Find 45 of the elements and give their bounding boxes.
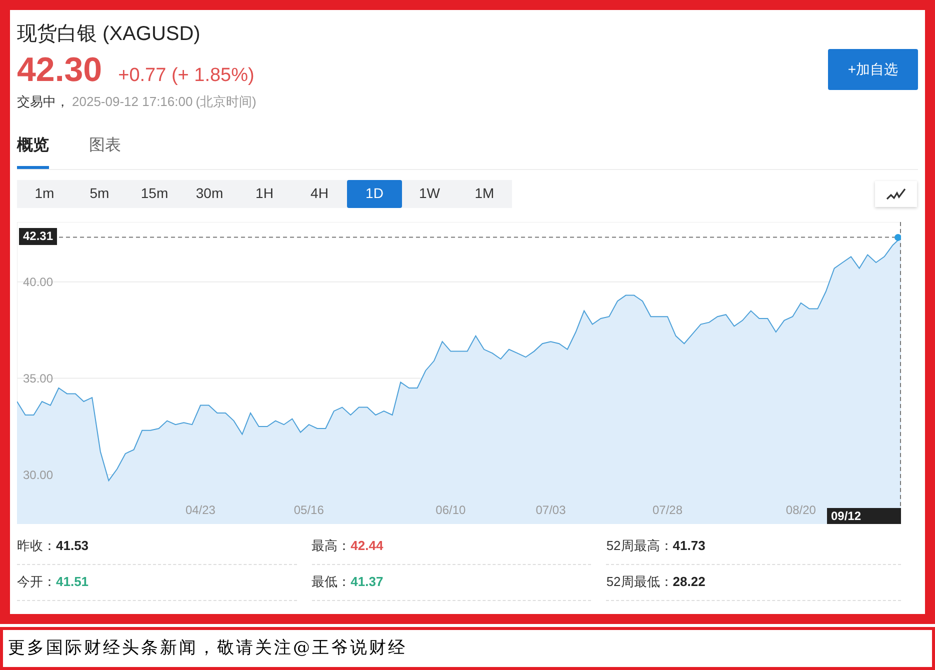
price-tag: 42.31 [19, 228, 58, 246]
period-button[interactable]: 30m [182, 180, 237, 208]
price-point [894, 233, 901, 240]
timezone: (北京时间) [196, 92, 256, 110]
date-tag: 09/12 [827, 508, 901, 524]
tab[interactable]: 概览 [17, 134, 49, 168]
stat-value: 41.73 [672, 537, 706, 556]
period-button[interactable]: 15m [127, 180, 182, 208]
stat-value: 41.53 [56, 537, 89, 556]
line-chart-icon [886, 186, 906, 200]
stat-label: 最高： [312, 537, 351, 556]
stat-value: 28.22 [672, 573, 706, 592]
instrument-title: 现货白银 (XAGUSD) [17, 22, 202, 47]
current-price: 42.30 [17, 50, 102, 90]
x-axis-label: 07/03 [536, 502, 566, 516]
trading-status: 交易中， [17, 92, 69, 110]
stat-label: 昨收： [17, 537, 56, 556]
y-axis-label: 40.00 [23, 274, 54, 288]
x-axis-label: 07/28 [652, 502, 682, 516]
period-button[interactable]: 1H [237, 180, 292, 208]
period-button[interactable]: 1W [402, 180, 457, 208]
stat-label: 今开： [17, 573, 56, 592]
stat-value: 41.37 [350, 573, 384, 592]
caption-bar: 更多国际财经头条新闻，敬请关注@王爷说财经 [0, 627, 935, 670]
price-change: +0.77 (+ 1.85%) [118, 64, 254, 88]
y-axis-label: 35.00 [23, 370, 54, 385]
period-button[interactable]: 1m [17, 180, 72, 208]
stat-label: 最低： [312, 573, 351, 592]
stat-value: 42.44 [350, 537, 384, 556]
period-button[interactable]: 4H [292, 180, 347, 208]
timestamp: 2025-09-12 17:16:00 [72, 92, 193, 110]
x-axis-label: 05/16 [294, 502, 324, 516]
x-axis-label: 04/23 [185, 502, 216, 516]
period-button[interactable]: 5m [72, 180, 127, 208]
add-watchlist-button[interactable]: +加自选 [828, 49, 918, 90]
tab[interactable]: 图表 [89, 134, 121, 168]
y-axis-label: 30.00 [23, 467, 54, 482]
x-axis-label: 08/20 [786, 502, 816, 516]
x-axis-label: 06/10 [436, 502, 466, 516]
period-button[interactable]: 1M [457, 180, 512, 208]
stat-label: 52周最低： [606, 573, 673, 592]
period-button[interactable]: 1D [347, 180, 402, 208]
stat-label: 52周最高： [606, 537, 673, 556]
stat-value: 41.51 [56, 573, 89, 592]
chart-type-button[interactable] [875, 180, 917, 206]
